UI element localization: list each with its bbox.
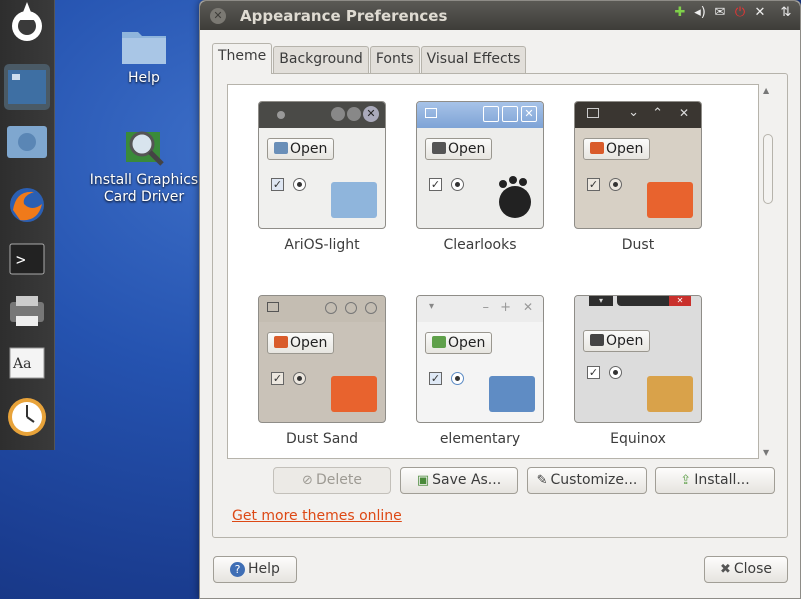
desktop-label-help: Help — [128, 70, 160, 86]
scroll-thumb[interactable] — [763, 134, 773, 204]
theme-preview: ▾ – + ✕ Open ✓ — [416, 295, 544, 423]
preview-open-button: Open — [267, 332, 335, 354]
preview-titlebar: ▾ – + ✕ — [417, 296, 543, 322]
theme-item-arios-light[interactable]: ✕ Open ✓ AriOS-light — [242, 101, 402, 281]
printer-icon[interactable] — [4, 288, 50, 334]
preview-titlebar: ⌄ ⌃ ✕ — [575, 102, 701, 128]
theme-tab-panel: ✕ Open ✓ AriOS-light ✕ Open ✓ Clearlooks… — [212, 73, 788, 538]
theme-preview: ✕ Open ✓ — [258, 101, 386, 229]
volume-icon[interactable]: ◂) — [692, 5, 708, 20]
tab-visual-effects[interactable]: Visual Effects — [420, 46, 527, 74]
appearance-preferences-window: ✕ Appearance Preferences ✚ ◂) ✉ ⏻ ✕ ⇅ Th… — [199, 0, 801, 599]
desktop-label-install-line1: Install Graphics — [89, 172, 199, 188]
workspace-switcher-icon[interactable] — [4, 64, 50, 110]
preview-titlebar: ✕ — [417, 102, 543, 128]
theme-name: elementary — [439, 431, 521, 447]
theme-preview: ⌄ ⌃ ✕ Open ✓ — [574, 101, 702, 229]
titlebar: ✕ Appearance Preferences ✚ ◂) ✉ ⏻ ✕ ⇅ — [200, 1, 800, 30]
tab-theme[interactable]: Theme — [212, 43, 273, 74]
folder-icon — [331, 182, 377, 218]
theme-name: Dust Sand — [285, 431, 359, 447]
folder-icon — [489, 376, 535, 412]
tab-fonts[interactable]: Fonts — [369, 46, 420, 74]
desktop-icon-install-graphics[interactable]: Install Graphics Card Driver — [88, 124, 200, 206]
clock-icon[interactable] — [4, 394, 50, 440]
tab-bar: Theme Background Fonts Visual Effects — [212, 43, 527, 74]
launcher: > Aa — [0, 0, 55, 450]
svg-text:>: > — [16, 250, 26, 269]
window-title: Appearance Preferences — [240, 7, 448, 25]
scroll-up-icon[interactable]: ▲ — [763, 86, 769, 95]
delete-button[interactable]: ⊘ Delete — [273, 467, 391, 494]
theme-list[interactable]: ✕ Open ✓ AriOS-light ✕ Open ✓ Clearlooks… — [227, 84, 759, 459]
home-folder-icon[interactable] — [4, 118, 50, 164]
delete-icon: ⊘ — [302, 473, 313, 488]
theme-preview: ▾ ✕ Open ✓ — [574, 295, 702, 423]
font-viewer-icon[interactable]: Aa — [4, 340, 50, 386]
theme-item-dust[interactable]: ⌄ ⌃ ✕ Open ✓ Dust — [558, 101, 718, 281]
desktop-icon-help[interactable]: Help — [112, 26, 176, 87]
update-icon[interactable]: ✚ — [672, 5, 688, 20]
close-button[interactable]: ✖ Close — [704, 556, 788, 583]
preview-titlebar: ✕ — [259, 102, 385, 128]
preview-open-button: Open — [425, 138, 493, 160]
system-tray: ✚ ◂) ✉ ⏻ ✕ ⇅ — [672, 5, 794, 20]
customize-button[interactable]: ✎ Customize... — [527, 467, 647, 494]
theme-item-dust-sand[interactable]: Open ✓ Dust Sand — [242, 295, 402, 458]
theme-preview: Open ✓ — [258, 295, 386, 423]
preview-titlebar — [259, 296, 385, 322]
help-button[interactable]: ? Help — [213, 556, 297, 583]
preview-titlebar: ▾ ✕ — [575, 296, 701, 310]
help-icon: ? — [230, 562, 246, 577]
ubuntu-logo-icon[interactable] — [4, 0, 50, 46]
install-button[interactable]: ⇪ Install... — [655, 467, 775, 494]
terminal-icon[interactable]: > — [4, 236, 50, 282]
folder-icon — [122, 32, 166, 64]
svg-text:Aa: Aa — [12, 356, 31, 372]
brush-icon: ✎ — [536, 473, 548, 488]
theme-item-equinox[interactable]: ▾ ✕ Open ✓ Equinox — [558, 295, 718, 458]
session-icon[interactable]: ✕ — [752, 5, 768, 20]
theme-name: Clearlooks — [443, 237, 517, 253]
preview-open-button: Open — [583, 330, 651, 352]
get-more-themes-link[interactable]: Get more themes online — [232, 508, 402, 524]
close-icon: ✖ — [719, 562, 731, 577]
theme-preview: ✕ Open ✓ — [416, 101, 544, 229]
save-icon: ▣ — [416, 473, 430, 488]
folder-icon — [647, 376, 693, 412]
tab-background[interactable]: Background — [273, 46, 369, 74]
theme-name: Dust — [621, 237, 655, 253]
power-icon[interactable]: ⏻ — [732, 5, 748, 20]
scroll-down-icon[interactable]: ▼ — [763, 448, 769, 457]
theme-item-elementary[interactable]: ▾ – + ✕ Open ✓ elementary — [400, 295, 560, 458]
preview-open-button: Open — [425, 332, 493, 354]
window-close-icon[interactable]: ✕ — [210, 8, 226, 24]
graphics-driver-icon — [126, 131, 164, 166]
theme-list-scrollbar[interactable]: ▲ ▼ — [761, 84, 775, 459]
theme-name: AriOS-light — [284, 237, 360, 253]
preview-open-button: Open — [267, 138, 335, 160]
network-icon[interactable]: ⇅ — [778, 5, 794, 20]
folder-icon — [647, 182, 693, 218]
save-as-button[interactable]: ▣ Save As... — [400, 467, 518, 494]
preview-open-button: Open — [583, 138, 651, 160]
firefox-icon[interactable] — [4, 182, 50, 228]
gimp-icon — [499, 176, 531, 218]
theme-item-clearlooks[interactable]: ✕ Open ✓ Clearlooks — [400, 101, 560, 281]
desktop-label-install-line2: Card Driver — [103, 189, 185, 205]
mail-icon[interactable]: ✉ — [712, 5, 728, 20]
install-icon: ⇪ — [680, 473, 692, 488]
theme-name: Equinox — [610, 431, 666, 447]
folder-icon — [331, 376, 377, 412]
